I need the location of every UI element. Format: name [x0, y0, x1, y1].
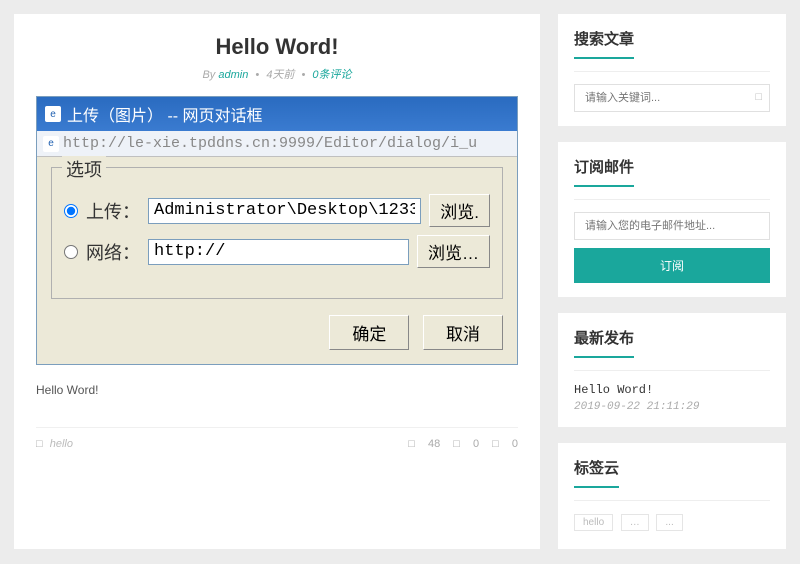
- net-row: 网络： 浏览…: [64, 235, 490, 268]
- sidebar: 搜索文章 □ 订阅邮件 订阅 最新发布 Hello Word! 2019-09-…: [558, 14, 786, 549]
- post-footer: □ hello □ 48 □ 0 □ 0: [36, 427, 518, 450]
- net-label: 网络：: [86, 239, 140, 265]
- comments-link[interactable]: 0条评论: [312, 69, 351, 81]
- cancel-button[interactable]: 取消: [423, 315, 503, 350]
- main-column: Hello Word! By admin • 4天前 • 0条评论 e 上传（图…: [14, 14, 540, 549]
- options-group: 选项 上传： 浏览. 网络： 浏览…: [51, 167, 503, 299]
- recent-post-date: 2019-09-22 21:11:29: [574, 401, 770, 413]
- browse-button[interactable]: 浏览.: [429, 194, 490, 227]
- search-input[interactable]: [574, 84, 770, 112]
- net-radio[interactable]: [64, 245, 78, 259]
- post-excerpt: Hello Word!: [36, 383, 518, 397]
- ok-button[interactable]: 确定: [329, 315, 409, 350]
- widget-title: 标签云: [574, 457, 619, 488]
- dialog-title: 上传（图片） -- 网页对话框: [67, 102, 263, 126]
- tag-link[interactable]: hello: [574, 514, 613, 531]
- post-tags: □ hello: [36, 438, 73, 450]
- upload-row: 上传： 浏览.: [64, 194, 490, 227]
- tagcloud: hello … ...: [574, 513, 770, 535]
- post-stats: □ 48 □ 0 □ 0: [398, 438, 518, 450]
- recent-post-link[interactable]: Hello Word!: [574, 383, 770, 397]
- email-box: 订阅: [574, 212, 770, 283]
- post-title[interactable]: Hello Word!: [36, 34, 518, 60]
- post-image[interactable]: e 上传（图片） -- 网页对话框 e http://le-xie.tpddns…: [36, 96, 518, 365]
- stat-3: □ 0: [492, 438, 518, 450]
- subscribe-button[interactable]: 订阅: [574, 248, 770, 283]
- meta-sep: •: [255, 69, 259, 81]
- ie-favicon-icon: e: [45, 106, 61, 122]
- widget-title: 搜索文章: [574, 28, 634, 59]
- search-widget: 搜索文章 □: [558, 14, 786, 126]
- tag-link[interactable]: hello: [50, 438, 73, 450]
- dialog-footer: 确定 取消: [51, 315, 503, 350]
- group-title: 选项: [62, 156, 106, 182]
- widget-title: 最新发布: [574, 327, 634, 358]
- author-link[interactable]: admin: [218, 69, 248, 81]
- tag-icon: □: [36, 438, 43, 450]
- by-label: By: [202, 69, 215, 81]
- recent-widget: 最新发布 Hello Word! 2019-09-22 21:11:29: [558, 313, 786, 427]
- widget-title: 订阅邮件: [574, 156, 634, 187]
- address-bar: e http://le-xie.tpddns.cn:9999/Editor/di…: [37, 131, 517, 157]
- dialog-body: 选项 上传： 浏览. 网络： 浏览…: [37, 157, 517, 364]
- meta-sep: •: [302, 69, 306, 81]
- post-time: 4天前: [266, 69, 294, 81]
- tagcloud-widget: 标签云 hello … ...: [558, 443, 786, 549]
- stat-2: □ 0: [453, 438, 479, 450]
- net-url-input[interactable]: [148, 239, 409, 265]
- upload-radio[interactable]: [64, 204, 78, 218]
- upload-label: 上传：: [86, 198, 140, 224]
- subscribe-widget: 订阅邮件 订阅: [558, 142, 786, 297]
- tag-link[interactable]: …: [621, 514, 649, 531]
- ie-dialog: e 上传（图片） -- 网页对话框 e http://le-xie.tpddns…: [36, 96, 518, 365]
- browse-button[interactable]: 浏览…: [417, 235, 490, 268]
- dialog-titlebar: e 上传（图片） -- 网页对话框: [37, 97, 517, 131]
- upload-path-input[interactable]: [148, 198, 421, 224]
- post-meta: By admin • 4天前 • 0条评论: [36, 66, 518, 82]
- search-box: □: [574, 84, 770, 112]
- email-field[interactable]: [574, 212, 770, 240]
- ie-favicon-icon: e: [43, 136, 59, 152]
- tag-link[interactable]: ...: [656, 514, 682, 531]
- url-text: http://le-xie.tpddns.cn:9999/Editor/dial…: [63, 135, 511, 152]
- views-stat: □ 48: [408, 438, 440, 450]
